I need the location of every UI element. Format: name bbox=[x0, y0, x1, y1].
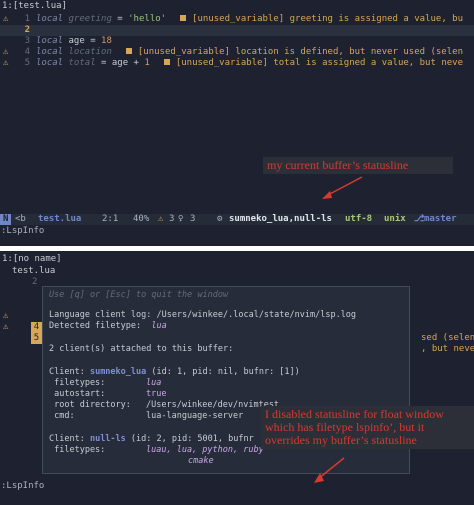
warning-icon: ⚠ bbox=[3, 58, 9, 68]
git-branch: master bbox=[424, 214, 457, 224]
code-token: 1 bbox=[144, 58, 150, 68]
diagnostic-text: [unused_variable] total is assigned a va… bbox=[175, 58, 463, 68]
diagnostic-text: , but neve bbox=[421, 344, 474, 354]
code-line[interactable]: ⚠ 1 local greeting = 'hello' [unused_variab… bbox=[0, 14, 474, 25]
annotation-arrow bbox=[322, 176, 363, 199]
filetype-label: Detected filetype: bbox=[49, 321, 142, 331]
gear-icon: ⚙ bbox=[217, 214, 223, 224]
annotation-float-window: I disabled statusline for float window w… bbox=[261, 406, 474, 449]
quit-hint: Use [q] or [Esc] to quit the window bbox=[49, 290, 229, 300]
diagnostic-marker bbox=[180, 15, 187, 21]
code-line[interactable]: 2 bbox=[0, 25, 474, 36]
code-token: age = bbox=[68, 36, 102, 46]
client2-filetypes-value: luau, lua, python, ruby bbox=[146, 445, 264, 455]
diagnostic-text: [unused_variable] greeting is assigned a… bbox=[192, 14, 464, 24]
code-line[interactable]: 3 local age = 18 bbox=[0, 36, 474, 47]
client1-filetypes-value: lua bbox=[146, 378, 162, 388]
code-token: = bbox=[111, 14, 129, 24]
code-line[interactable]: ⚠ 4 local location [unused_variable] locati… bbox=[0, 47, 474, 58]
client1-autostart-label: autostart: bbox=[49, 389, 106, 399]
client1-header: Client: sumneko_lua (id: 1, pid: nil, bu… bbox=[49, 367, 300, 378]
filetype-line: Detected filetype: lua bbox=[49, 321, 167, 332]
warning-icon: ⚠ bbox=[3, 47, 9, 57]
code-token: 18 bbox=[101, 36, 112, 46]
annotation-line: overrides my buffer’s statusline bbox=[265, 433, 417, 447]
diagnostic-text: sed (selen bbox=[421, 333, 474, 343]
git-branch-icon: ⎇ bbox=[414, 214, 425, 224]
buffer-name: test.lua bbox=[12, 266, 56, 276]
editor-window-top: 1:[test.lua] ⚠ 1 local greeting = 'hello'[… bbox=[0, 0, 474, 246]
code-token: = age + bbox=[95, 58, 145, 68]
lsp-clients: sumneko_lua,null-ls bbox=[229, 214, 332, 224]
warning-icon: ⚠ bbox=[3, 14, 9, 24]
client2-suffix: (id: 2, pid: 5001, bufnr bbox=[125, 434, 254, 444]
line-number: 2 bbox=[24, 25, 30, 35]
client1-name: sumneko_lua bbox=[89, 367, 147, 377]
filetype-value: lua bbox=[151, 321, 167, 331]
code-token: location bbox=[68, 47, 112, 57]
file-encoding: utf-8 bbox=[345, 214, 373, 224]
statusline: N <b test.lua 2:1 40% ⚠ 3 ♀ 3 ⚙ sumneko_… bbox=[0, 214, 474, 225]
code-token: 'hello' bbox=[128, 14, 167, 24]
client1-autostart-value: true bbox=[146, 389, 167, 399]
command-line[interactable]: :LspInfo bbox=[1, 481, 44, 492]
client1-cmd-label: cmd: bbox=[49, 411, 75, 421]
code-token: greeting bbox=[68, 14, 112, 24]
tab-title[interactable]: 1:[test.lua] bbox=[2, 1, 67, 12]
client1-cmd-value: lua-language-server bbox=[146, 411, 244, 421]
warning-count: 3 bbox=[169, 214, 175, 224]
line-number: 3 bbox=[24, 36, 30, 46]
client2-filetypes-value-cont: cmake bbox=[188, 456, 214, 466]
hint-icon: ♀ bbox=[178, 214, 184, 224]
annotation-arrow bbox=[314, 457, 345, 483]
line-number: 5 bbox=[31, 333, 42, 344]
code-token: local bbox=[36, 58, 69, 68]
line-number: 4 bbox=[31, 322, 42, 333]
diagnostic-text: [unused_variable] location is defined, b… bbox=[137, 47, 463, 57]
client2-header: Client: null-ls (id: 2, pid: 5001, bufnr bbox=[49, 434, 254, 445]
attached-clients-line: 2 client(s) attached to this buffer: bbox=[49, 344, 234, 354]
code-line[interactable]: ⚠ 5 local total = age + 1 [unused_variable]… bbox=[0, 58, 474, 69]
code-token: local bbox=[36, 47, 69, 57]
annotation-statusline: my current buffer’s statusline bbox=[263, 157, 453, 174]
warning-icon: ⚠ bbox=[3, 322, 9, 332]
tab-title[interactable]: 1:[no name] bbox=[2, 254, 62, 265]
code-token: total bbox=[68, 58, 96, 68]
file-format: unix bbox=[384, 214, 406, 224]
client1-root-label: root directory: bbox=[49, 400, 131, 410]
client1-root-value: /Users/winkee/dev/nvimtest bbox=[146, 400, 280, 410]
client1-filetypes-label: filetypes: bbox=[49, 378, 106, 388]
statusline-filename: test.lua bbox=[38, 214, 82, 224]
client-log-line: Language client log: /Users/winkee/.loca… bbox=[49, 310, 357, 320]
hint-count: 3 bbox=[190, 214, 196, 224]
code-token: local bbox=[36, 14, 69, 24]
diagnostic-marker bbox=[163, 59, 170, 65]
line-number: 2 bbox=[32, 277, 38, 287]
client1-suffix: (id: 1, pid: nil, bufnr: [1]) bbox=[146, 367, 300, 377]
client2-prefix: Client: bbox=[49, 434, 90, 444]
mode-indicator: N bbox=[0, 214, 12, 225]
client1-prefix: Client: bbox=[49, 367, 90, 377]
scroll-percent: 40% bbox=[133, 214, 150, 224]
code-token: local bbox=[36, 36, 69, 46]
client2-name: null-ls bbox=[89, 434, 126, 444]
command-line[interactable]: :LspInfo bbox=[1, 226, 44, 237]
warning-icon: ⚠ bbox=[158, 214, 164, 224]
buffer-indicator: <b bbox=[15, 214, 26, 224]
editor-window-bottom: 1:[no name] test.lua 2 ⚠ 4 sed (selen ⚠ … bbox=[0, 251, 474, 505]
diagnostic-marker bbox=[125, 48, 132, 54]
cursor-position: 2:1 bbox=[102, 214, 119, 224]
client2-filetypes-label: filetypes: bbox=[49, 445, 106, 455]
